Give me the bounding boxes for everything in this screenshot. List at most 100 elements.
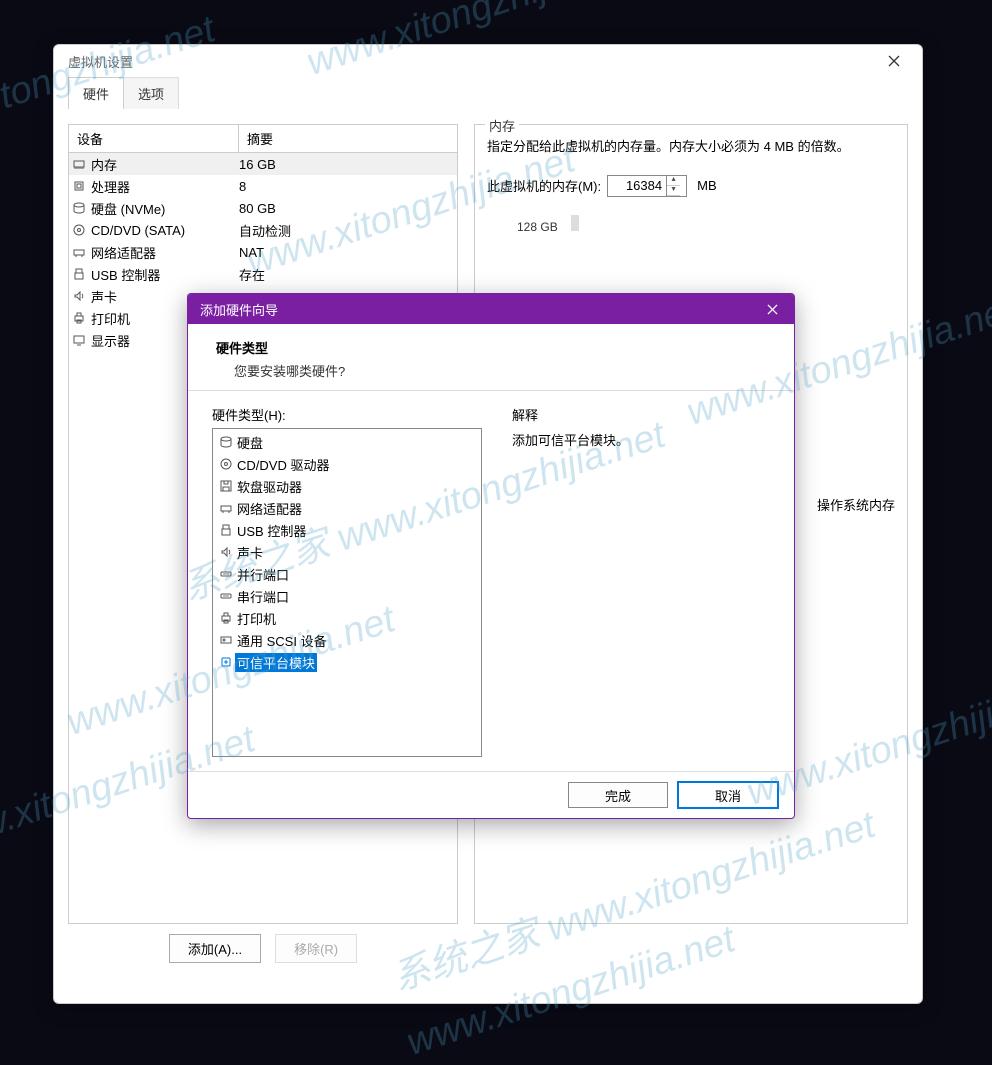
hw-item-icon-wrap: [217, 501, 235, 515]
spin-up-icon[interactable]: ▲: [667, 176, 680, 186]
hardware-type-item[interactable]: CD/DVD 驱动器: [213, 453, 481, 475]
device-row[interactable]: 处理器8: [69, 175, 457, 197]
hw-item-icon-wrap: [217, 589, 235, 603]
add-hardware-button[interactable]: 添加(A)...: [169, 934, 261, 963]
hw-item-icon-wrap: [217, 545, 235, 559]
device-name: 网络适配器: [89, 243, 239, 262]
device-row[interactable]: 网络适配器NAT: [69, 241, 457, 263]
hardware-type-label: 硬件类型(H):: [212, 405, 482, 424]
device-name: USB 控制器: [89, 265, 239, 284]
device-name: CD/DVD (SATA): [89, 223, 239, 238]
device-name: 内存: [89, 155, 239, 174]
device-summary: 存在: [239, 265, 457, 284]
hw-item-label: 并行端口: [235, 565, 289, 584]
col-summary: 摘要: [239, 125, 457, 152]
device-icon-wrap: [69, 157, 89, 171]
hw-item-icon-wrap: [217, 457, 235, 471]
hardware-type-item[interactable]: USB 控制器: [213, 519, 481, 541]
printer-icon: [72, 311, 86, 325]
tab-hardware[interactable]: 硬件: [68, 77, 124, 109]
device-name: 处理器: [89, 177, 239, 196]
device-icon-wrap: [69, 289, 89, 303]
wizard-cancel-button[interactable]: 取消: [678, 782, 778, 808]
device-icon-wrap: [69, 245, 89, 259]
wizard-title: 添加硬件向导: [200, 300, 754, 319]
device-row[interactable]: USB 控制器存在: [69, 263, 457, 285]
spin-down-icon[interactable]: ▼: [667, 186, 680, 196]
device-summary: 自动检测: [239, 221, 457, 240]
floppy-icon: [219, 479, 233, 493]
memory-input[interactable]: [608, 178, 666, 193]
explain-text: 添加可信平台模块。: [512, 430, 770, 449]
hardware-type-item[interactable]: 并行端口: [213, 563, 481, 585]
hardware-type-item[interactable]: 软盘驱动器: [213, 475, 481, 497]
hw-item-label: USB 控制器: [235, 521, 306, 540]
hw-item-label: 声卡: [235, 543, 263, 562]
usb-icon: [219, 523, 233, 537]
hardware-type-item[interactable]: 可信平台模块: [213, 651, 481, 673]
device-row[interactable]: CD/DVD (SATA)自动检测: [69, 219, 457, 241]
device-icon-wrap: [69, 179, 89, 193]
wizard-finish-button[interactable]: 完成: [568, 782, 668, 808]
hardware-type-item[interactable]: 串行端口: [213, 585, 481, 607]
slider-track[interactable]: [571, 215, 579, 231]
hw-item-icon-wrap: [217, 655, 235, 669]
memory-spinner[interactable]: ▲ ▼: [607, 175, 687, 197]
hardware-type-item[interactable]: 通用 SCSI 设备: [213, 629, 481, 651]
hw-item-label: 打印机: [235, 609, 276, 628]
tpm-icon: [219, 655, 233, 669]
memory-slider[interactable]: 128 GB: [487, 215, 895, 234]
cpu-icon: [72, 179, 86, 193]
memory-label: 此虚拟机的内存(M):: [487, 176, 601, 195]
wizard-header-title: 硬件类型: [216, 338, 766, 357]
port-icon: [219, 567, 233, 581]
disk-icon: [72, 201, 86, 215]
hardware-type-listbox[interactable]: 硬盘CD/DVD 驱动器软盘驱动器网络适配器 USB 控制器声卡并行端口串行端口打…: [212, 428, 482, 757]
device-summary: NAT: [239, 245, 457, 260]
net-icon: [72, 245, 86, 259]
spinner-buttons[interactable]: ▲ ▼: [666, 176, 680, 196]
settings-close-button[interactable]: [874, 49, 914, 73]
device-name: 硬盘 (NVMe): [89, 199, 239, 218]
wizard-close-button[interactable]: [754, 297, 790, 321]
display-icon: [72, 333, 86, 347]
device-row[interactable]: 硬盘 (NVMe)80 GB: [69, 197, 457, 219]
wizard-footer: 完成 取消: [188, 771, 794, 818]
hardware-type-item[interactable]: 打印机: [213, 607, 481, 629]
device-summary: 16 GB: [239, 157, 457, 172]
wizard-titlebar: 添加硬件向导: [188, 294, 794, 324]
hardware-type-item[interactable]: 网络适配器: [213, 497, 481, 519]
hw-item-label: 通用 SCSI 设备: [235, 631, 327, 650]
device-row[interactable]: 内存16 GB: [69, 153, 457, 175]
device-list-header: 设备 摘要: [69, 125, 457, 153]
sound-icon: [72, 289, 86, 303]
port-icon: [219, 589, 233, 603]
memory-panel-desc: 指定分配给此虚拟机的内存量。内存大小必须为 4 MB 的倍数。: [487, 137, 895, 157]
settings-title: 虚拟机设置: [68, 52, 874, 71]
device-icon-wrap: [69, 201, 89, 215]
explain-label: 解释: [512, 405, 770, 424]
scsi-icon: [219, 633, 233, 647]
hardware-type-item[interactable]: 硬盘: [213, 431, 481, 453]
hw-item-icon-wrap: [217, 611, 235, 625]
add-hardware-wizard: 添加硬件向导 硬件类型 您要安装哪类硬件? 硬件类型(H): 硬盘CD/DVD …: [187, 293, 795, 819]
memory-icon: [72, 157, 86, 171]
printer-icon: [219, 611, 233, 625]
tab-options[interactable]: 选项: [123, 77, 179, 109]
hw-item-label: 串行端口: [235, 587, 289, 606]
settings-titlebar: 虚拟机设置: [54, 45, 922, 77]
hw-item-icon-wrap: [217, 523, 235, 537]
hw-item-label: 软盘驱动器: [235, 477, 302, 496]
hardware-type-item[interactable]: 声卡: [213, 541, 481, 563]
cd-icon: [219, 457, 233, 471]
guest-os-memory-note: 操作系统内存: [817, 495, 895, 514]
device-icon-wrap: [69, 311, 89, 325]
hw-item-label: 网络适配器: [235, 499, 302, 518]
hw-item-label: 硬盘: [235, 433, 263, 452]
cd-icon: [72, 223, 86, 237]
disk-icon: [219, 435, 233, 449]
device-summary: 8: [239, 179, 457, 194]
net-icon: [219, 501, 233, 515]
usb-icon: [72, 267, 86, 281]
close-icon: [767, 304, 778, 315]
